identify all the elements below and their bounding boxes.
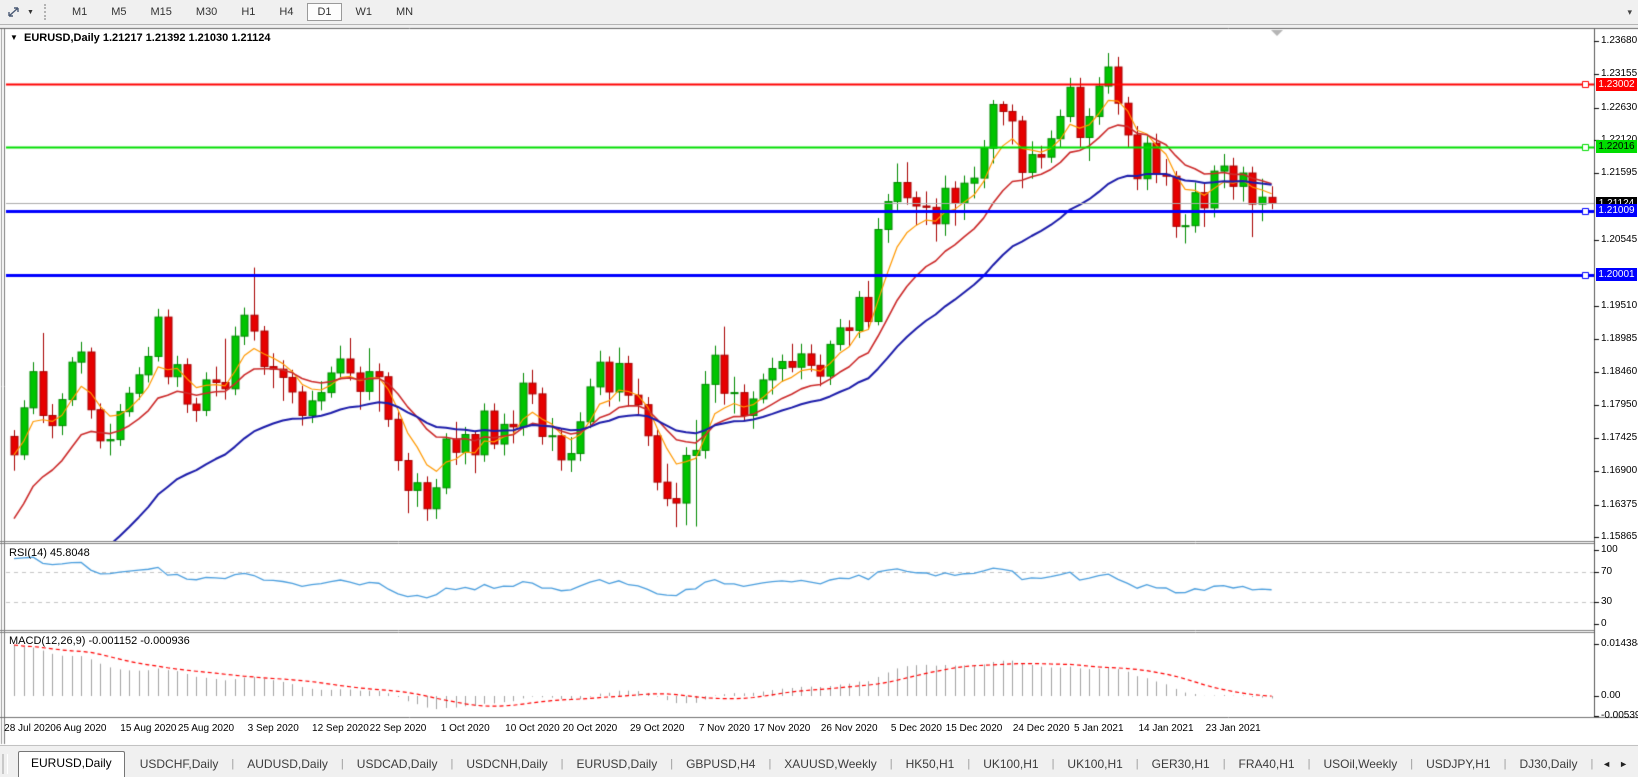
chart-canvas[interactable] bbox=[0, 0, 1638, 776]
chart-tab-fra40-h1[interactable]: FRA40,H1 bbox=[1226, 753, 1308, 777]
chart-tab-eurusd-daily[interactable]: EURUSD,Daily bbox=[564, 753, 671, 777]
timeframe-button-m15[interactable]: M15 bbox=[141, 3, 182, 21]
chart-tab-bar: EURUSD,DailyUSDCHF,Daily|AUDUSD,Daily|US… bbox=[0, 745, 1638, 777]
timeframe-button-h1[interactable]: H1 bbox=[231, 3, 265, 21]
timeframe-button-m1[interactable]: M1 bbox=[62, 3, 97, 21]
chart-tab-gbpusd-h4[interactable]: GBPUSD,H4 bbox=[673, 753, 768, 777]
tabbar-grip[interactable] bbox=[2, 754, 8, 774]
chart-tab-audusd-daily[interactable]: AUDUSD,Daily bbox=[234, 753, 341, 777]
chart-tab-xauusd-weekly[interactable]: XAUUSD,Weekly bbox=[771, 753, 889, 777]
chart-tab-usdcad-daily[interactable]: USDCAD,Daily bbox=[344, 753, 451, 777]
chart-tab-dj30-daily[interactable]: DJ30,Daily bbox=[1506, 753, 1590, 777]
chart-tab-usdjpy-h1[interactable]: USDJPY,H1 bbox=[1413, 753, 1503, 777]
timeframe-button-h4[interactable]: H4 bbox=[269, 3, 303, 21]
tab-scroll-left-icon[interactable]: ◄ bbox=[1602, 759, 1611, 769]
chart-tab-eurusd-daily[interactable]: EURUSD,Daily bbox=[18, 751, 125, 777]
chart-tab-ger30-h1[interactable]: GER30,H1 bbox=[1139, 753, 1223, 777]
timeframe-button-m5[interactable]: M5 bbox=[101, 3, 136, 21]
timeframe-button-mn[interactable]: MN bbox=[386, 3, 423, 21]
chart-tab-usoil-weekly[interactable]: USOil,Weekly bbox=[1310, 753, 1410, 777]
tab-scroll-right-icon[interactable]: ► bbox=[1619, 759, 1628, 769]
timeframe-buttons: M1M5 M15M30H1H4D1 W1MN bbox=[60, 3, 425, 21]
timeframe-toolbar: ▼ M1M5 M15M30H1H4D1 W1MN ▾ bbox=[0, 0, 1638, 25]
chart-tab-uk100-h1[interactable]: UK100,H1 bbox=[1054, 753, 1135, 777]
timeframe-button-w1[interactable]: W1 bbox=[346, 3, 383, 21]
chart-tab-usdchf-daily[interactable]: USDCHF,Daily bbox=[127, 753, 232, 777]
chart-tab-uk100-h1[interactable]: UK100,H1 bbox=[970, 753, 1051, 777]
tab-scroll-arrows: ◄ ► bbox=[1596, 759, 1638, 777]
chart-tool-icon[interactable] bbox=[6, 4, 24, 20]
chart-tab-usdcnh-daily[interactable]: USDCNH,Daily bbox=[453, 753, 560, 777]
chevron-down-icon[interactable]: ▼ bbox=[27, 9, 34, 16]
toolbar-overflow-icon[interactable]: ▾ bbox=[1627, 7, 1632, 18]
chart-tab-hk50-h1[interactable]: HK50,H1 bbox=[893, 753, 968, 777]
timeframe-button-d1[interactable]: D1 bbox=[307, 3, 341, 21]
toolbar-grip[interactable] bbox=[44, 4, 50, 20]
chart-tabs: EURUSD,DailyUSDCHF,Daily|AUDUSD,Daily|US… bbox=[12, 746, 1596, 777]
timeframe-button-m30[interactable]: M30 bbox=[186, 3, 227, 21]
